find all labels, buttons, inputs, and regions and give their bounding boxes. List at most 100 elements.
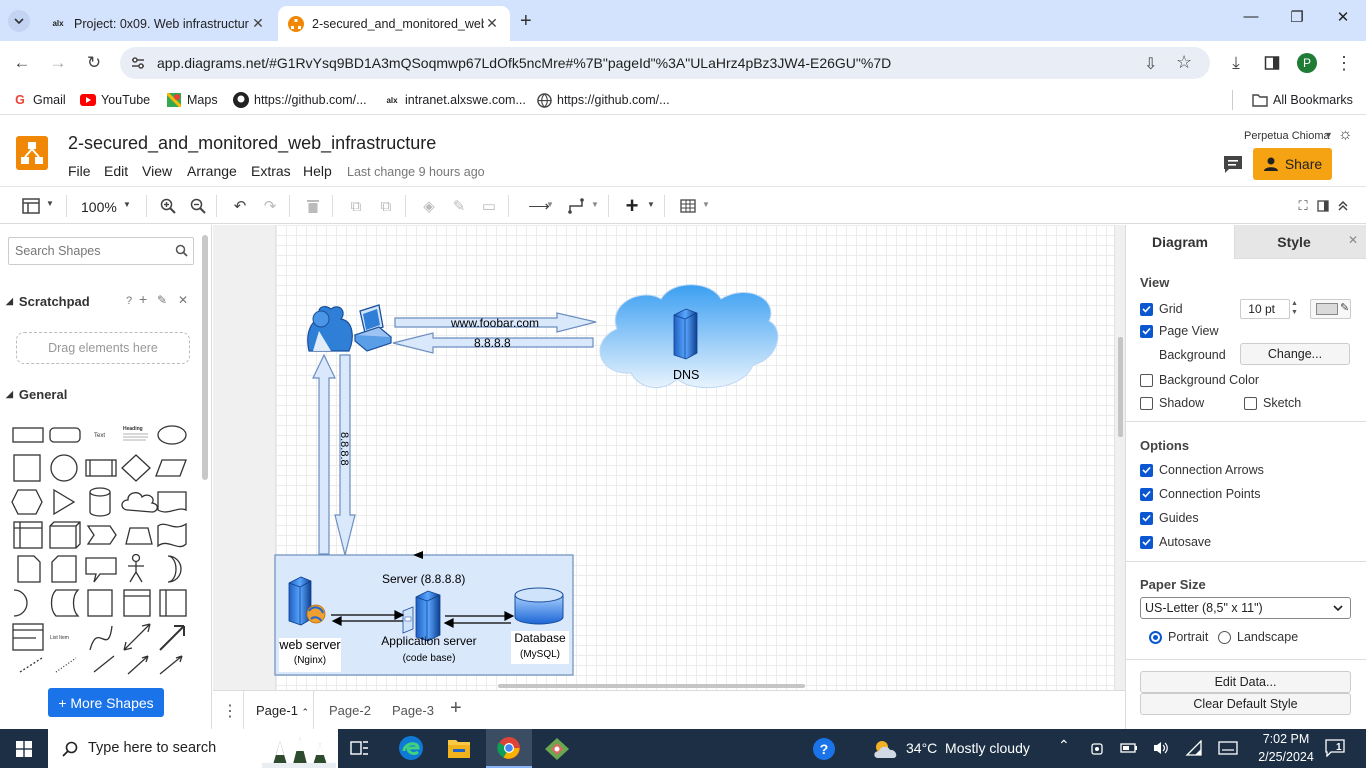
share-button[interactable]: Share [1253,148,1332,180]
grid-color-picker[interactable]: ✎ [1310,299,1351,319]
hidden-icons-chevron-icon[interactable]: ⌃ [1058,737,1070,754]
edit-data-button[interactable]: Edit Data... [1140,671,1351,693]
weather-text[interactable]: 34°C Mostly cloudy [906,740,1030,756]
web-server-label-box[interactable]: web server (Nginx) [279,638,341,672]
bookmark-gmail[interactable]: G Gmail [12,92,66,108]
grid-size-input[interactable]: 10 pt [1240,299,1290,319]
more-menu-icon[interactable]: ⋮ [1332,51,1356,75]
fullscreen-icon[interactable]: ⛶ [1292,195,1314,217]
close-window-icon[interactable]: ✕ [1320,8,1366,32]
tab-style[interactable]: Style [1234,225,1366,259]
chrome-taskbar-button[interactable] [486,729,532,768]
grid-size-stepper-icon[interactable]: ▲ ▼ [1291,299,1298,317]
restore-icon[interactable]: ❐ [1274,8,1320,32]
to-back-icon[interactable]: ⧉ [375,195,397,217]
vertical-scrollbar[interactable] [1118,337,1123,437]
weather-cloud-icon[interactable] [872,739,900,759]
toggle-panel-icon[interactable] [1312,195,1334,217]
reload-icon[interactable]: ↻ [82,51,106,75]
chevron-down-icon[interactable]: ▼ [46,199,54,208]
zoom-level[interactable]: 100% [81,199,117,215]
scratchpad-header[interactable]: ◢ Scratchpad [0,294,90,309]
shadow-icon[interactable]: ▭ [478,195,500,217]
tab-drawio[interactable]: 2-secured_and_monitored_web ✕ [278,6,510,41]
page-tab-1[interactable]: Page-1 ⌃ [256,703,309,718]
sidebar-scrollbar[interactable] [202,235,208,480]
user-dropdown-icon[interactable]: ▼ [1324,130,1333,140]
general-header[interactable]: ◢ General [0,387,67,402]
undo-icon[interactable]: ↶ [229,195,251,217]
close-icon[interactable]: ✕ [178,293,188,307]
sketch-checkbox[interactable]: Sketch [1244,396,1301,410]
close-tab-icon[interactable]: ✕ [484,15,500,32]
search-shapes-input[interactable]: Search Shapes [8,237,194,265]
portrait-radio[interactable]: Portrait [1149,630,1208,644]
volume-icon[interactable] [1152,740,1170,756]
close-tab-icon[interactable]: ✕ [250,15,266,32]
clock-date[interactable]: 2/25/2024 [1256,750,1316,764]
menu-view[interactable]: View [142,163,172,179]
diagram-title[interactable]: 2-secured_and_monitored_web_infrastructu… [68,133,436,154]
tab-project[interactable]: alx Project: 0x09. Web infrastructur ✕ [40,6,276,41]
waypoints-icon[interactable] [566,195,588,217]
server-label[interactable]: Server (8.8.8.8) [382,572,465,586]
bookmark-maps[interactable]: Maps [166,92,218,108]
meet-now-icon[interactable] [1090,741,1104,757]
fill-color-icon[interactable]: ◈ [418,195,440,217]
database-label-box[interactable]: Database (MySQL) [511,631,569,664]
connection-arrows-checkbox[interactable]: Connection Arrows [1140,463,1264,477]
bookmark-star-icon[interactable]: ☆ [1176,52,1192,73]
taskbar-search-box[interactable]: Type here to search [48,729,338,768]
install-app-icon[interactable]: ⇩ [1144,54,1157,74]
bookmark-github-2[interactable]: https://github.com/... [536,92,670,108]
page-tab-2[interactable]: Page-2 [329,703,371,718]
back-icon[interactable]: ← [10,51,34,75]
page-view-checkbox[interactable]: Page View [1140,324,1219,338]
response-label[interactable]: 8.8.8.8 [474,336,511,350]
format-panel-icon[interactable] [20,195,42,217]
menu-edit[interactable]: Edit [104,163,128,179]
tab-diagram[interactable]: Diagram [1126,225,1234,259]
wifi-icon[interactable] [1185,740,1203,756]
menu-extras[interactable]: Extras [251,163,291,179]
search-icon[interactable] [175,244,188,257]
git-app-icon[interactable] [544,737,570,761]
line-color-icon[interactable]: ✎ [448,195,470,217]
connection-points-checkbox[interactable]: Connection Points [1140,487,1260,501]
zoom-in-icon[interactable] [157,195,179,217]
pages-menu-icon[interactable]: ⋮ [222,701,238,721]
task-view-icon[interactable] [350,739,370,757]
chevron-down-icon[interactable]: ▼ [591,200,599,209]
redo-icon[interactable]: ↷ [259,195,281,217]
chevron-down-icon[interactable]: ▼ [123,200,131,209]
clock-time[interactable]: 7:02 PM [1262,732,1310,746]
help-icon[interactable]: ? [813,738,835,760]
zoom-out-icon[interactable] [187,195,209,217]
request-label[interactable]: www.foobar.com [451,316,539,330]
menu-file[interactable]: File [68,163,91,179]
scratchpad-dropzone[interactable]: Drag elements here [16,332,190,364]
downloads-icon[interactable]: ⤓ [1224,51,1248,75]
comments-icon[interactable] [1222,154,1244,174]
guides-checkbox[interactable]: Guides [1140,511,1199,525]
bookmark-youtube[interactable]: YouTube [80,92,150,108]
site-info-icon[interactable] [130,55,146,71]
horizontal-scrollbar[interactable] [498,684,805,688]
dns-label[interactable]: DNS [673,368,699,382]
add-icon[interactable]: + [139,291,147,307]
last-change[interactable]: Last change 9 hours ago [347,165,485,179]
to-front-icon[interactable]: ⧉ [345,195,367,217]
chevron-down-icon[interactable]: ▼ [546,200,554,209]
delete-icon[interactable] [302,195,324,217]
diagram-canvas[interactable]: www.foobar.com 8.8.8.8 8.8.8.8 DNS Serve… [213,225,1125,690]
help-icon[interactable]: ? [126,295,132,307]
bookmark-github-1[interactable]: https://github.com/... [233,92,367,108]
minimize-icon[interactable]: — [1228,8,1274,32]
clear-default-style-button[interactable]: Clear Default Style [1140,693,1351,715]
new-tab-icon[interactable]: + [520,10,532,33]
side-panel-icon[interactable] [1260,51,1284,75]
change-background-button[interactable]: Change... [1240,343,1350,365]
user-name[interactable]: Perpetua Chioma [1244,130,1330,142]
theme-sun-icon[interactable]: ☼ [1338,126,1353,144]
more-shapes-button[interactable]: + More Shapes [48,688,164,717]
